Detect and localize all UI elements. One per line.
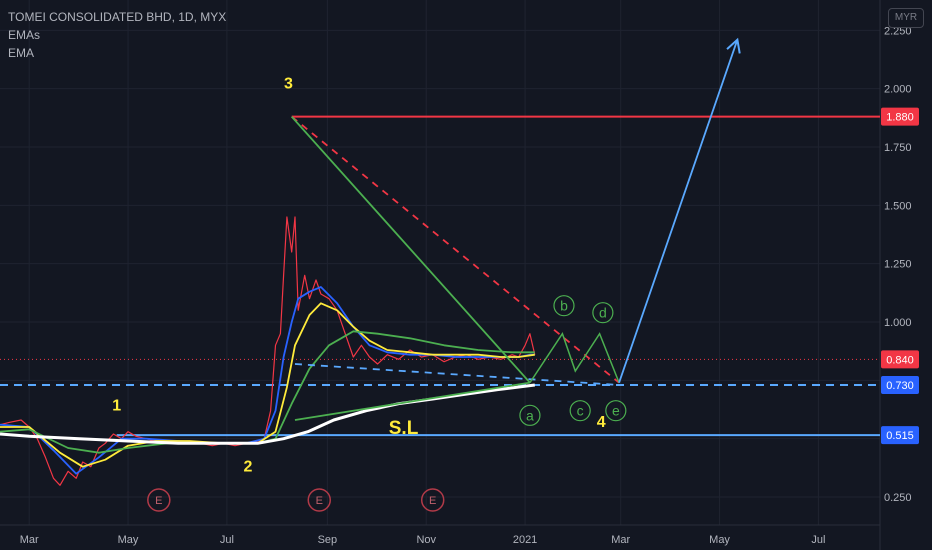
wave-label-b: b [560, 298, 568, 314]
indicator-emas-label[interactable]: EMAs [8, 26, 226, 44]
series-line-0 [0, 216, 536, 486]
currency-button[interactable]: MYR [888, 8, 924, 28]
x-tick-label: Mar [611, 534, 630, 546]
earnings-marker-label-0: E [155, 495, 162, 507]
y-tick-label: 1.500 [884, 200, 912, 212]
x-tick-label: Mar [20, 534, 39, 546]
chart-legend: TOMEI CONSOLIDATED BHD, 1D, MYX EMAs EMA [8, 8, 226, 62]
wave-label-c: c [577, 403, 584, 419]
price-tag-1: 0.840 [886, 354, 914, 366]
annotation-label-1: 2 [244, 458, 253, 475]
y-tick-label: 2.000 [884, 84, 912, 96]
symbol-title[interactable]: TOMEI CONSOLIDATED BHD, 1D, MYX [8, 8, 226, 26]
annotation-label-2: 3 [284, 76, 293, 93]
y-tick-label: 0.250 [884, 492, 912, 504]
x-tick-label: Sep [318, 534, 338, 546]
y-tick-label: 1.000 [884, 317, 912, 329]
x-tick-label: Nov [416, 534, 436, 546]
price-chart[interactable]: abcde12345S.LEEE2.2502.0001.7501.5001.25… [0, 0, 932, 550]
trendline-0[interactable] [291, 115, 620, 384]
wave-label-a: a [526, 407, 534, 423]
earnings-marker-label-2: E [429, 495, 436, 507]
trendline-2[interactable] [294, 363, 620, 386]
x-tick-label: 2021 [513, 534, 537, 546]
x-tick-label: Jul [811, 534, 825, 546]
x-tick-label: May [118, 534, 139, 546]
earnings-marker-label-1: E [316, 495, 323, 507]
y-tick-label: 1.250 [884, 259, 912, 271]
trendline-3[interactable] [294, 381, 531, 421]
x-tick-label: Jul [220, 534, 234, 546]
drawing-path-4[interactable] [529, 332, 620, 384]
annotation-label-3: 4 [597, 414, 606, 431]
price-tag-3: 0.515 [886, 430, 914, 442]
price-tag-0: 1.880 [886, 112, 914, 124]
x-tick-label: May [709, 534, 730, 546]
indicator-ema-label[interactable]: EMA [8, 44, 226, 62]
annotation-label-5: S.L [389, 418, 419, 439]
wave-label-d: d [599, 305, 607, 321]
wave-label-e: e [612, 403, 620, 419]
price-tag-2: 0.730 [886, 380, 914, 392]
y-tick-label: 1.750 [884, 142, 912, 154]
annotation-label-0: 1 [112, 398, 121, 415]
